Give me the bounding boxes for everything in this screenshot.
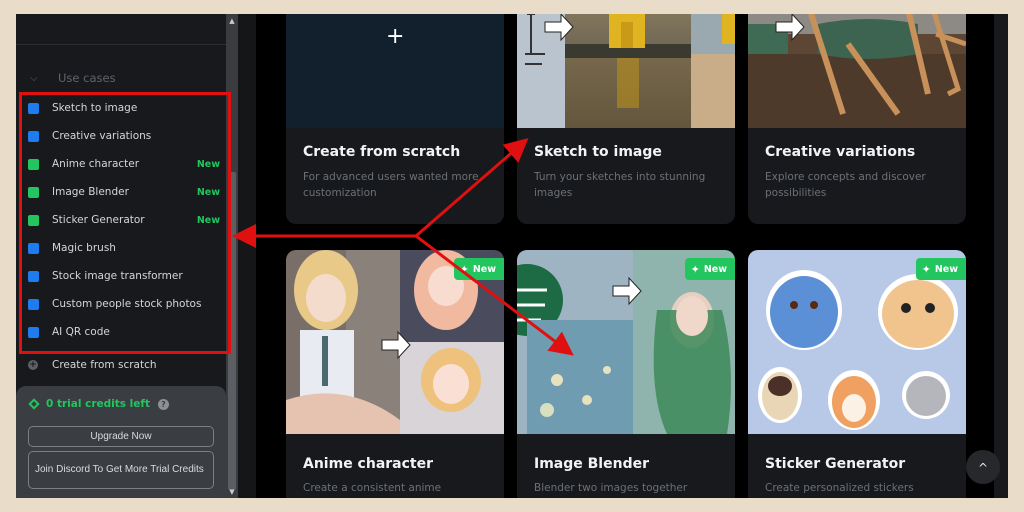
chevron-down-icon: ⌵ — [30, 72, 38, 84]
help-icon[interactable]: ? — [157, 398, 169, 410]
card-image — [748, 14, 966, 128]
card-image: + — [286, 14, 504, 128]
new-badge: ✦ New — [453, 258, 504, 280]
green-square-icon — [28, 186, 39, 198]
card-description: Explore concepts and discover possibilit… — [765, 171, 926, 199]
blue-square-icon — [28, 130, 39, 142]
badge-label: New — [934, 263, 958, 275]
badge-label: New — [472, 263, 496, 275]
sidebar-item-custom-people-stock-photos[interactable]: Custom people stock photos — [16, 290, 226, 318]
sidebar-item-sketch-to-image[interactable]: Sketch to image — [16, 94, 226, 122]
card-title: Sticker Generator — [765, 456, 906, 472]
card-image — [517, 14, 735, 128]
sparkle-icon: ✦ — [459, 262, 469, 276]
card-anime-character[interactable]: ✦ New Anime character Create a consisten… — [286, 250, 504, 498]
blue-square-icon — [28, 270, 39, 282]
sidebar-item-anime-character[interactable]: Anime character New — [16, 150, 226, 178]
use-case-list: Sketch to image Creative variations Anim… — [16, 94, 226, 346]
card-description: For advanced users wanted more customiza… — [303, 171, 479, 199]
plus-icon: + — [386, 24, 405, 49]
card-description: Create personalized stickers — [765, 482, 914, 494]
new-badge: ✦ New — [915, 258, 966, 280]
scroll-to-top-button[interactable]: ^ — [966, 450, 1000, 484]
right-rail — [994, 14, 1008, 498]
sketch-to-image-illustration — [517, 14, 735, 128]
green-square-icon — [28, 158, 39, 170]
sidebar-item-label: Magic brush — [52, 242, 116, 254]
sidebar-item-label: Anime character — [52, 158, 140, 170]
blue-square-icon — [28, 102, 39, 114]
card-description: Blender two images together — [534, 482, 688, 494]
sidebar-item-image-blender[interactable]: Image Blender New — [16, 178, 226, 206]
use-cases-section-toggle[interactable]: ⌵ Use cases — [16, 61, 226, 95]
scroll-up-arrow-icon[interactable]: ▲ — [226, 17, 238, 25]
upgrade-now-button[interactable]: Upgrade Now — [28, 426, 214, 447]
sidebar-item-label: AI QR code — [52, 326, 110, 338]
scroll-down-arrow-icon[interactable]: ▼ — [226, 488, 238, 496]
new-badge: New — [196, 158, 220, 170]
card-title: Creative variations — [765, 144, 916, 160]
app-window: ⌵ Use cases Sketch to image Creative var… — [16, 14, 1008, 498]
card-creative-variations[interactable]: Creative variations Explore concepts and… — [748, 14, 966, 224]
card-title: Anime character — [303, 456, 434, 472]
sidebar-item-sticker-generator[interactable]: Sticker Generator New — [16, 206, 226, 234]
scrollbar-thumb[interactable] — [228, 172, 236, 490]
join-discord-button[interactable]: Join Discord To Get More Trial Credits — [28, 451, 214, 489]
sidebar-item-magic-brush[interactable]: Magic brush — [16, 234, 226, 262]
sidebar-item-stock-image-transformer[interactable]: Stock image transformer — [16, 262, 226, 290]
sidebar-item-label: Create from scratch — [52, 359, 157, 371]
section-label: Use cases — [58, 71, 116, 85]
sidebar-item-label: Creative variations — [52, 130, 152, 142]
credits-panel: 0 trial credits left ? Upgrade Now Join … — [16, 386, 226, 498]
new-badge: New — [196, 214, 220, 226]
sidebar-item-label: Custom people stock photos — [52, 298, 202, 310]
sidebar-item-creative-variations[interactable]: Creative variations — [16, 122, 226, 150]
sidebar-gutter — [238, 14, 256, 498]
chevron-up-icon: ^ — [977, 461, 989, 475]
card-image: ✦ New — [517, 250, 735, 434]
diamond-icon — [28, 398, 40, 410]
card-image: ✦ New — [286, 250, 504, 434]
blue-square-icon — [28, 326, 39, 338]
card-sketch-to-image[interactable]: Sketch to image Turn your sketches into … — [517, 14, 735, 224]
sidebar-item-label: Image Blender — [52, 186, 129, 198]
sidebar-item-ai-qr-code[interactable]: AI QR code — [16, 318, 226, 346]
plus-circle-icon: + — [28, 360, 38, 370]
badge-label: New — [703, 263, 727, 275]
card-image-blender[interactable]: ✦ New Image Blender Blender two images t… — [517, 250, 735, 498]
blue-square-icon — [28, 298, 39, 310]
sidebar-scrollbar[interactable]: ▲ ▼ — [226, 14, 238, 498]
sidebar-item-label: Sketch to image — [52, 102, 138, 114]
sparkle-icon: ✦ — [921, 262, 931, 276]
card-create-from-scratch[interactable]: + Create from scratch For advanced users… — [286, 14, 504, 224]
credits-text: 0 trial credits left — [46, 398, 150, 410]
card-image: ✦ New — [748, 250, 966, 434]
sparkle-icon: ✦ — [690, 262, 700, 276]
card-description: Create a consistent anime — [303, 482, 442, 494]
sidebar-item-label: Sticker Generator — [52, 214, 145, 226]
sidebar-item-create-from-scratch[interactable]: + Create from scratch — [16, 351, 226, 379]
sidebar: ⌵ Use cases Sketch to image Creative var… — [16, 14, 226, 498]
green-square-icon — [28, 214, 39, 226]
card-title: Image Blender — [534, 456, 649, 472]
sidebar-item-label: Stock image transformer — [52, 270, 183, 282]
card-sticker-generator[interactable]: ✦ New Sticker Generator Create personali… — [748, 250, 966, 498]
new-badge: New — [196, 186, 220, 198]
creative-variations-illustration — [748, 14, 966, 128]
new-badge: ✦ New — [684, 258, 735, 280]
card-title: Create from scratch — [303, 144, 461, 160]
blue-square-icon — [28, 242, 39, 254]
sidebar-header — [16, 14, 226, 45]
card-description: Turn your sketches into stunning images — [534, 171, 706, 199]
credits-status: 0 trial credits left ? — [28, 396, 214, 412]
card-title: Sketch to image — [534, 144, 662, 160]
